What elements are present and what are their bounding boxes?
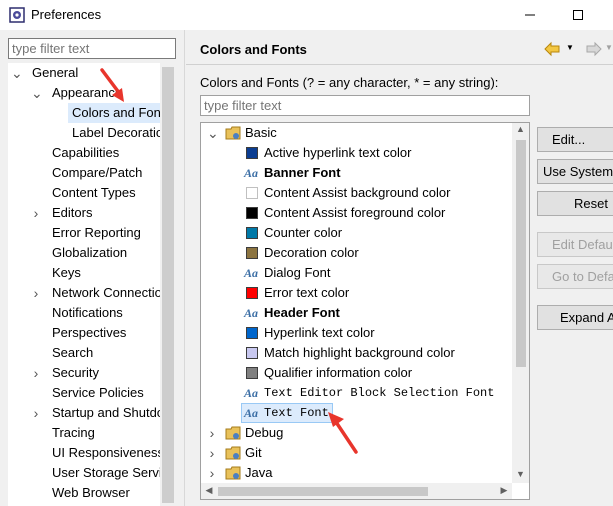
page-title: Colors and Fonts xyxy=(200,42,307,57)
tree-item[interactable]: Search xyxy=(52,343,93,363)
scroll-right-icon[interactable]: ▶ xyxy=(497,485,511,497)
color-swatch-icon xyxy=(246,287,258,299)
font-icon: Aa xyxy=(244,386,259,400)
edit-button[interactable]: Edit... xyxy=(537,127,613,152)
tree-item[interactable]: Startup and Shutdown xyxy=(52,403,176,423)
tree-item[interactable]: Colors and Fonts xyxy=(72,103,171,123)
tree-item[interactable]: User Storage Service xyxy=(52,463,176,483)
tree-item[interactable]: Active hyperlink text color xyxy=(264,143,411,163)
color-swatch-icon xyxy=(246,187,258,199)
tree-item[interactable]: Content Assist foreground color xyxy=(264,203,445,223)
scroll-up-icon[interactable]: ▲ xyxy=(512,124,529,138)
forward-arrow-icon[interactable] xyxy=(585,41,603,57)
folder-icon xyxy=(225,466,241,480)
tree-item[interactable]: Content Assist background color xyxy=(264,183,450,203)
expand-open-icon[interactable]: ⌄ xyxy=(11,63,23,83)
tree-item[interactable]: Globalization xyxy=(52,243,127,263)
right-tree-vscroll-thumb[interactable] xyxy=(516,140,526,367)
minimize-icon[interactable] xyxy=(518,5,542,25)
reset-button[interactable]: Reset xyxy=(537,191,613,216)
tree-item[interactable]: Dialog Font xyxy=(264,263,330,283)
tree-item[interactable]: Keys xyxy=(52,263,81,283)
tree-item[interactable]: Header Font xyxy=(264,303,340,323)
right-tree-hscroll-thumb[interactable] xyxy=(218,487,428,496)
back-arrow-icon[interactable] xyxy=(543,41,561,57)
scroll-down-icon[interactable]: ▼ xyxy=(512,469,529,483)
expand-closed-icon[interactable]: › xyxy=(31,283,41,303)
tree-item[interactable]: Java xyxy=(245,463,272,483)
forward-menu-icon[interactable]: ▼ xyxy=(605,43,613,55)
tree-item[interactable]: Banner Font xyxy=(264,163,341,183)
expand-closed-icon[interactable]: › xyxy=(207,423,217,443)
tree-item[interactable]: Counter color xyxy=(264,223,342,243)
tree-item[interactable]: Service Policies xyxy=(52,383,144,403)
tree-item[interactable]: Perspectives xyxy=(52,323,126,343)
annotation-arrow-icon xyxy=(100,68,124,102)
tree-item[interactable]: Decoration color xyxy=(264,243,359,263)
left-tree-scroll-thumb[interactable] xyxy=(162,67,174,503)
tree-item[interactable]: Match highlight background color xyxy=(264,343,455,363)
tree-item[interactable]: Qualifier information color xyxy=(264,363,412,383)
expand-closed-icon[interactable]: › xyxy=(31,363,41,383)
header-divider xyxy=(186,64,613,65)
go-to-default-button[interactable]: Go to Default xyxy=(537,264,613,289)
tree-item[interactable]: Content Types xyxy=(52,183,136,203)
tree-item[interactable]: Web Browser xyxy=(52,483,130,503)
tree-item[interactable]: Hyperlink text color xyxy=(264,323,375,343)
expand-closed-icon[interactable]: › xyxy=(31,403,41,423)
folder-icon xyxy=(225,446,241,460)
tree-item[interactable]: Basic xyxy=(245,123,277,143)
tree-item[interactable]: Compare/Patch xyxy=(52,163,142,183)
tree-item[interactable]: UI Responsiveness xyxy=(52,443,164,463)
colors-fonts-filter-input[interactable] xyxy=(200,95,530,116)
preference-page-tree[interactable]: ⌄ General ⌄ Appearance Colors and Fonts Label… xyxy=(8,63,176,506)
expand-all-button[interactable]: Expand All xyxy=(537,305,613,330)
preferences-icon xyxy=(9,7,25,23)
annotation-arrow-icon xyxy=(328,412,358,454)
use-system-font-button[interactable]: Use System Font xyxy=(537,159,613,184)
tree-item[interactable]: Capabilities xyxy=(52,143,119,163)
expand-open-icon[interactable]: ⌄ xyxy=(31,83,43,103)
folder-icon xyxy=(225,126,241,140)
font-icon: Aa xyxy=(244,166,259,180)
scroll-left-icon[interactable]: ◀ xyxy=(202,485,216,497)
tree-item[interactable]: Error Reporting xyxy=(52,223,141,243)
pane-splitter[interactable] xyxy=(184,30,185,506)
folder-icon xyxy=(225,426,241,440)
colors-fonts-tree[interactable]: ⌄ Basic Active hyperlink text color Aa Banne… xyxy=(200,122,530,500)
tree-item[interactable]: Text Editor Block Selection Font xyxy=(264,383,494,403)
font-icon: Aa xyxy=(244,306,259,320)
tree-item[interactable]: Debug xyxy=(245,423,283,443)
tree-item[interactable]: Error text color xyxy=(264,283,349,303)
tree-item[interactable]: Network Connections xyxy=(52,283,176,303)
color-swatch-icon xyxy=(246,367,258,379)
left-filter-input[interactable] xyxy=(8,38,176,59)
expand-closed-icon[interactable]: › xyxy=(31,203,41,223)
color-swatch-icon xyxy=(246,147,258,159)
tree-item[interactable]: Editors xyxy=(52,203,92,223)
tree-item[interactable]: Security xyxy=(52,363,99,383)
expand-closed-icon[interactable]: › xyxy=(207,463,217,483)
tree-item[interactable]: General xyxy=(32,63,78,83)
color-swatch-icon xyxy=(246,327,258,339)
tree-item[interactable]: Notifications xyxy=(52,303,123,323)
edit-default-button[interactable]: Edit Default... xyxy=(537,232,613,257)
filter-description: Colors and Fonts (? = any character, * =… xyxy=(200,75,499,90)
color-swatch-icon xyxy=(246,347,258,359)
color-swatch-icon xyxy=(246,247,258,259)
color-swatch-icon xyxy=(246,207,258,219)
expand-closed-icon[interactable]: › xyxy=(207,443,217,463)
tree-item[interactable]: Git xyxy=(245,443,262,463)
maximize-icon[interactable] xyxy=(566,5,590,25)
color-swatch-icon xyxy=(246,227,258,239)
tree-item[interactable]: Tracing xyxy=(52,423,95,443)
font-icon: Aa xyxy=(244,406,259,420)
font-icon: Aa xyxy=(244,266,259,280)
tree-item[interactable]: Text Font xyxy=(264,403,329,423)
expand-open-icon[interactable]: ⌄ xyxy=(207,123,219,143)
window-title: Preferences xyxy=(31,7,102,22)
back-menu-icon[interactable]: ▼ xyxy=(566,43,576,55)
